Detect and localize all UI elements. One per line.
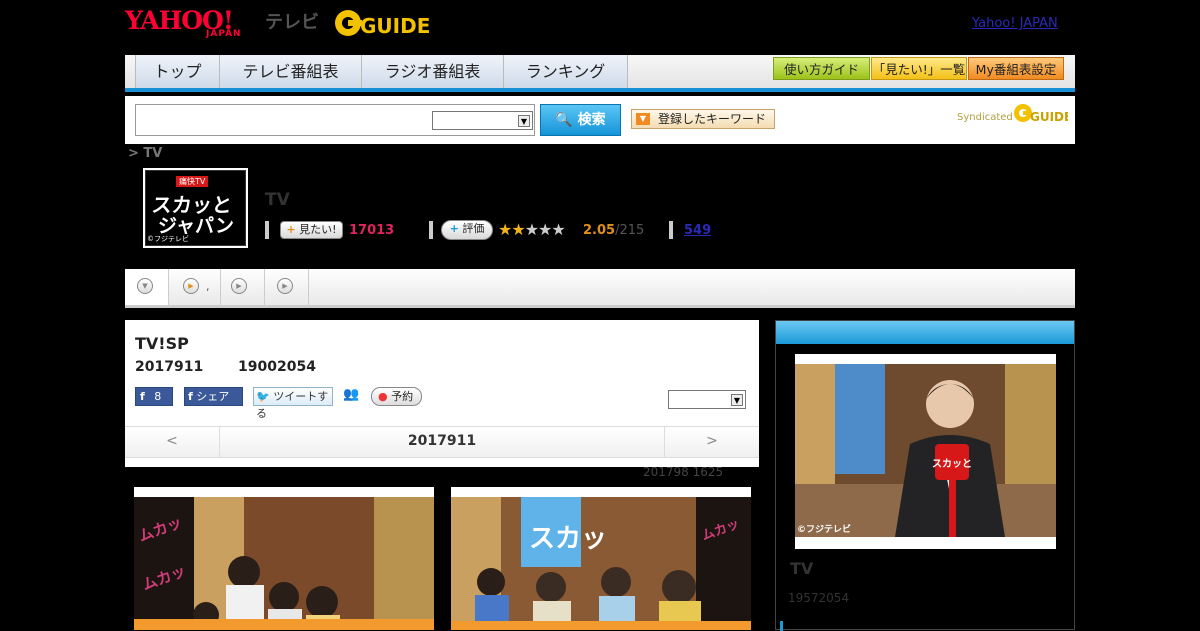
episode-photo-right[interactable]: スカッ ムカッ: [451, 487, 751, 630]
divider: [429, 221, 433, 239]
star-empty-icon: ★: [551, 220, 565, 239]
program-thumbnail: 痛快TV スカッと ジャパン ©フジテレビ: [143, 168, 248, 248]
rate-button-label: 評価: [462, 222, 485, 235]
registered-keyword-label: 登録したキーワード: [658, 112, 767, 126]
episode-title: TV!SP: [135, 334, 189, 353]
breadcrumb: > TV: [128, 146, 163, 161]
nav-tab-top[interactable]: トップ: [135, 55, 220, 88]
thumbnail-credit: ©フジテレビ: [147, 234, 189, 244]
twitter-bird-icon: 🐦: [256, 390, 270, 403]
play-icon: ▶: [231, 278, 247, 294]
pager-current-date: 2017911: [407, 433, 477, 449]
episode-photo-left[interactable]: ムカッ ムカッ: [134, 487, 434, 630]
tab-expand[interactable]: ▼: [125, 269, 169, 305]
facebook-icon: f: [188, 390, 193, 403]
star-filled-icon: ★: [498, 220, 512, 239]
episode-pager: < 2017911 >: [125, 426, 759, 458]
search-icon: 🔍: [555, 112, 573, 128]
usage-guide-button[interactable]: 使い方ガイド: [773, 57, 870, 80]
nav-tab-ranking[interactable]: ランキング: [504, 55, 628, 88]
facebook-share-button[interactable]: f シェア: [184, 387, 243, 406]
tab-play-3[interactable]: ▶: [265, 269, 309, 305]
arrow-down-icon: ▼: [636, 113, 650, 125]
plus-icon: +: [449, 222, 459, 235]
review-count-link[interactable]: 549: [684, 223, 711, 238]
search-band: ▼ 🔍 検索 ▼ 登録したキーワード Syndicated GUIDE: [125, 96, 1075, 144]
host-photo: スカッと: [795, 364, 1056, 537]
mitai-list-button[interactable]: 「見たい!」一覧: [871, 57, 967, 80]
my-schedule-settings-button[interactable]: My番組表設定: [968, 57, 1064, 80]
star-filled-icon: ★: [511, 220, 525, 239]
facebook-like-button[interactable]: f 8: [135, 387, 173, 406]
divider: [669, 221, 673, 239]
episode-panel: TV!SP 2017911 19002054 f 8 f シェア 🐦 ツイートす…: [125, 320, 759, 467]
sidebar-header: [776, 321, 1074, 344]
sidebar-number: 19572054: [788, 591, 850, 605]
content-tab-row: ▼ ▶ , ▶ ▶: [125, 269, 1075, 308]
mitai-button-label: 見たい!: [299, 223, 337, 236]
studio-photo-left: ムカッ ムカッ: [134, 497, 434, 630]
rating-score: 2.05: [583, 223, 616, 238]
add-friend-icon[interactable]: 👥: [343, 387, 359, 403]
pager-prev-button[interactable]: <: [125, 427, 220, 457]
play-icon: ▶: [277, 278, 293, 294]
tab-play-1[interactable]: ▶ ,: [169, 269, 221, 305]
rate-button[interactable]: + 評価: [441, 220, 493, 240]
host-sign-text: スカッと: [932, 458, 972, 470]
sidebar-photo-credit: ©フジテレビ: [797, 525, 852, 535]
divider: [265, 221, 269, 239]
play-icon: ▶: [183, 278, 199, 294]
star-empty-icon: ★: [538, 220, 552, 239]
update-timestamp: 201798 1625: [643, 465, 724, 479]
gguide-logo-text: GUIDE: [360, 14, 430, 38]
facebook-like-count: 8: [154, 390, 162, 403]
mitai-count: 17013: [349, 223, 395, 238]
chevron-down-icon: ▼: [731, 394, 743, 406]
sidebar-panel: スカッと ©フジテレビ TV 19572054: [775, 320, 1075, 631]
tab-play-2[interactable]: ▶: [221, 269, 265, 305]
tab-play-1-label: ,: [206, 280, 210, 293]
program-name: TV: [265, 190, 290, 210]
rating-stars: ★★★★★: [498, 220, 566, 239]
tv-label: テレビ: [265, 12, 319, 33]
gguide-logo[interactable]: GUIDE: [334, 6, 434, 40]
pager-next-button[interactable]: >: [664, 427, 759, 457]
mitai-button[interactable]: + 見たい!: [280, 221, 343, 239]
chevron-down-icon: ▼: [518, 115, 530, 127]
record-dot-icon: ●: [378, 390, 388, 403]
search-category-select[interactable]: ▼: [432, 111, 533, 130]
search-button[interactable]: 🔍 検索: [540, 104, 621, 136]
studio-photo-right: スカッ ムカッ: [451, 497, 751, 630]
syndicated-label: Syndicated: [957, 112, 1013, 123]
gguide-small-logo-text: GUIDE: [1030, 110, 1068, 124]
thumbnail-badge: 痛快TV: [176, 176, 209, 187]
yahoo-japan-logo-text: JAPAN: [206, 29, 242, 39]
search-button-label: 検索: [577, 112, 606, 128]
nav-tab-tv-schedule[interactable]: テレビ番組表: [220, 55, 362, 88]
facebook-icon: f: [140, 390, 145, 403]
nav-tab-radio-schedule[interactable]: ラジオ番組表: [362, 55, 504, 88]
rating-count: /215: [615, 223, 645, 238]
chevron-down-icon: ▼: [137, 278, 153, 294]
sidebar-photo[interactable]: スカッと ©フジテレビ: [795, 354, 1056, 549]
yahoo-japan-link[interactable]: Yahoo! JAPAN: [972, 16, 1058, 31]
sidebar-title: TV: [790, 559, 814, 578]
main-nav: トップ テレビ番組表 ラジオ番組表 ランキング 使い方ガイド 「見たい!」一覧 …: [125, 55, 1075, 92]
reserve-button[interactable]: ● 予約: [371, 387, 422, 406]
gguide-small-logo: GUIDE: [1014, 104, 1068, 124]
facebook-share-label: シェア: [196, 390, 230, 403]
episode-date: 2017911: [135, 359, 204, 375]
star-empty-icon: ★: [524, 220, 539, 239]
registered-keyword-button[interactable]: ▼ 登録したキーワード: [631, 109, 775, 129]
photo-banner-text: スカッ: [529, 524, 607, 554]
rating-value: 2.05/215: [583, 223, 644, 238]
episode-select[interactable]: ▼: [668, 390, 746, 409]
reserve-button-label: 予約: [391, 390, 414, 403]
episode-time: 19002054: [238, 359, 316, 375]
tweet-button[interactable]: 🐦 ツイートする: [253, 387, 333, 420]
plus-icon: +: [286, 223, 296, 236]
